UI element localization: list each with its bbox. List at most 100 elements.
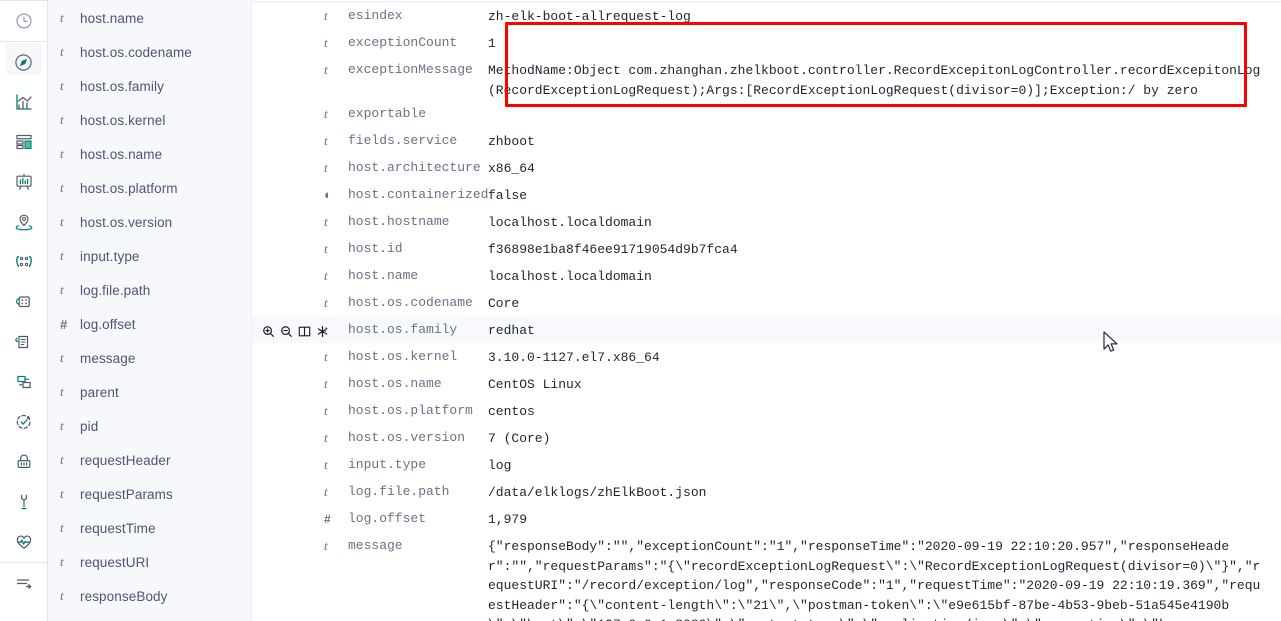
document-field-row[interactable]: ◐ host.containerized false [252, 181, 1281, 208]
document-field-row[interactable]: t exceptionCount 1 [252, 29, 1281, 56]
field-list-item-label: parent [80, 384, 119, 400]
document-field-value: f36898e1ba8f46ee91719054d9b7fca4 [488, 242, 738, 257]
document-field-row[interactable]: t host.architecture x86_64 [252, 154, 1281, 181]
document-field-value: 1 [488, 36, 496, 51]
document-field-row[interactable]: t host.os.family redhat [252, 316, 1281, 343]
document-field-row[interactable]: t esindex zh-elk-boot-allrequest-log [252, 2, 1281, 29]
uptime-check-icon [14, 412, 34, 432]
document-field-row[interactable]: t host.os.version 7 (Core) [252, 424, 1281, 451]
field-list-item[interactable]: t requestTime [48, 511, 251, 545]
nav-item-visualize[interactable] [0, 82, 48, 122]
document-field-value: localhost.localdomain [488, 269, 652, 284]
document-field-row[interactable]: t host.hostname localhost.localdomain [252, 208, 1281, 235]
document-field-name: log.file.path [348, 484, 450, 499]
field-list-item[interactable]: t host.os.name [48, 137, 251, 171]
field-list-item[interactable]: t host.os.version [48, 205, 251, 239]
field-list-item[interactable]: t requestParams [48, 477, 251, 511]
field-list-item[interactable]: t input.type [48, 239, 251, 273]
field-type-string-icon: t [324, 538, 328, 553]
document-field-row[interactable]: t input.type log [252, 451, 1281, 478]
collapse-arrow-icon [14, 573, 34, 593]
document-field-row[interactable]: t exportable [252, 100, 1281, 127]
nav-item-apm[interactable] [0, 362, 48, 402]
nav-item-machine-learning[interactable] [0, 282, 48, 322]
document-field-value: zh-elk-boot-allrequest-log [488, 9, 691, 24]
security-lock-icon [14, 452, 34, 472]
document-field-value: centos [488, 404, 535, 419]
document-field-value: MethodName:Object com.zhanghan.zhelkboot… [488, 63, 1261, 98]
field-type-string-icon: t [324, 268, 328, 283]
nav-item-logs[interactable] [0, 322, 48, 362]
document-field-name: host.architecture [348, 160, 481, 175]
field-list-item[interactable]: t responseBody [48, 579, 251, 613]
canvas-presentation-icon [14, 172, 34, 192]
field-list-item[interactable]: t message [48, 341, 251, 375]
document-field-value: log [488, 458, 512, 473]
field-list-item[interactable]: t requestURI [48, 545, 251, 579]
field-list-item[interactable]: t parent [48, 375, 251, 409]
nav-item-maps[interactable] [0, 202, 48, 242]
field-list-item-label: host.os.version [80, 214, 173, 230]
field-type-string-icon: t [60, 520, 64, 535]
nav-item-discover[interactable] [0, 42, 48, 82]
wrench-devtools-icon [14, 492, 34, 512]
compass-discover-icon [14, 53, 33, 72]
document-field-name: exceptionCount [348, 35, 458, 50]
nav-item-canvas[interactable] [0, 162, 48, 202]
nav-item-stack-monitoring[interactable] [0, 522, 48, 562]
field-type-number-icon: # [324, 512, 331, 526]
document-field-value: 7 (Core) [488, 431, 551, 446]
field-type-string-icon: t [324, 322, 328, 337]
field-list-item[interactable]: t log.file.path [48, 273, 251, 307]
field-list-item[interactable]: t host.name [48, 1, 251, 35]
nav-item-dashboard[interactable] [0, 122, 48, 162]
nav-item-graph[interactable] [0, 242, 48, 282]
document-field-value: zhboot [488, 134, 535, 149]
toggle-column-in-table-icon[interactable] [298, 325, 311, 338]
nav-item-recently-viewed[interactable] [0, 1, 48, 41]
document-field-row[interactable]: t host.id f36898e1ba8f46ee91719054d9b7fca4 [252, 235, 1281, 262]
field-type-string-icon: t [324, 62, 328, 77]
apm-stack-icon [14, 372, 34, 392]
filter-for-value-icon[interactable] [262, 325, 275, 338]
field-list-item[interactable]: t host.os.codename [48, 35, 251, 69]
field-list-item[interactable]: t pid [48, 409, 251, 443]
document-field-value: x86_64 [488, 161, 535, 176]
field-list-item[interactable]: # log.offset [48, 307, 251, 341]
field-list-item-label: input.type [80, 248, 140, 264]
nav-collapse-button[interactable] [0, 563, 48, 603]
row-action-buttons [252, 321, 328, 341]
heart-monitoring-icon [14, 532, 34, 552]
field-type-string-icon: t [60, 112, 64, 127]
field-list-item[interactable]: t requestHeader [48, 443, 251, 477]
field-list-item[interactable]: t host.os.platform [48, 171, 251, 205]
document-field-row[interactable]: t host.name localhost.localdomain [252, 262, 1281, 289]
document-field-name: input.type [348, 457, 427, 472]
field-list-sidebar[interactable]: t host.name t host.os.codename t host.os.fami… [48, 0, 252, 621]
field-type-string-icon: t [60, 10, 64, 25]
field-list-item-label: requestTime [80, 520, 156, 536]
document-field-row[interactable]: t exceptionMessage MethodName:Object com.z… [252, 56, 1281, 100]
field-list-item[interactable]: t host.os.family [48, 69, 251, 103]
field-list-item[interactable]: t host.os.kernel [48, 103, 251, 137]
document-field-row[interactable]: t message {"responseBody":"","exceptionCou… [252, 532, 1281, 621]
nav-item-security[interactable] [0, 442, 48, 482]
field-type-string-icon: t [324, 295, 328, 310]
document-field-row[interactable]: t fields.service zhboot [252, 127, 1281, 154]
nav-item-dev-tools[interactable] [0, 482, 48, 522]
document-field-row[interactable]: t host.os.codename Core [252, 289, 1281, 316]
field-list-item-label: host.os.platform [80, 180, 178, 196]
field-type-string-icon: t [324, 160, 328, 175]
document-field-row[interactable]: # log.offset 1,979 [252, 505, 1281, 532]
field-list-item-label: requestParams [80, 486, 173, 502]
document-field-name: fields.service [348, 133, 458, 148]
field-type-boolean-icon: ◐ [324, 187, 332, 202]
document-field-row[interactable]: t host.os.name CentOS Linux [252, 370, 1281, 397]
nav-item-uptime[interactable] [0, 402, 48, 442]
document-field-row[interactable]: t host.os.platform centos [252, 397, 1281, 424]
document-field-row[interactable]: t log.file.path/data/elklogs/zhElkBoot.js… [252, 478, 1281, 505]
field-list-item-label: log.file.path [80, 282, 151, 298]
filter-out-value-icon[interactable] [280, 325, 293, 338]
document-field-row[interactable]: t host.os.kernel 3.10.0-1127.el7.x86_64 [252, 343, 1281, 370]
field-list-item-label: host.os.name [80, 146, 163, 162]
